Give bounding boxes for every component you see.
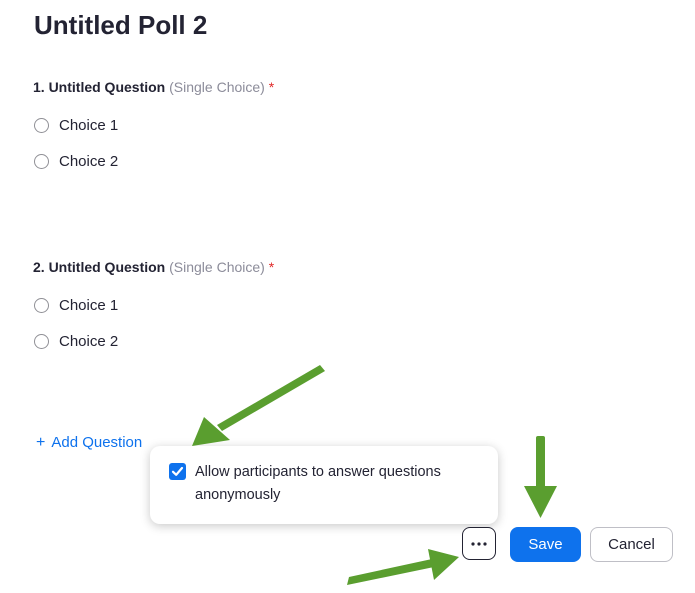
radio-button[interactable] (34, 297, 49, 313)
question-title[interactable]: 1. Untitled Question (33, 79, 165, 95)
add-question-label: Add Question (51, 434, 143, 451)
question-header: 1. Untitled Question (Single Choice) * (33, 78, 274, 96)
choice-label: Choice 1 (59, 296, 119, 314)
add-question-link[interactable]: + Add Question (36, 434, 142, 452)
more-options-button[interactable] (462, 527, 496, 560)
choice-label: Choice 1 (59, 116, 119, 134)
question-type: (Single Choice) (169, 259, 265, 275)
required-mark: * (268, 79, 275, 95)
cancel-button[interactable]: Cancel (590, 527, 673, 562)
question-type: (Single Choice) (169, 79, 265, 95)
radio-button[interactable] (34, 153, 49, 169)
radio-button[interactable] (34, 117, 49, 133)
annotation-arrow-icon (192, 365, 325, 446)
checkmark-icon (171, 466, 184, 476)
ellipsis-icon (471, 541, 487, 546)
poll-editor: Untitled Poll 2 1. Untitled Question (Si… (0, 0, 695, 593)
annotation-arrow-icon (524, 436, 557, 518)
save-button[interactable]: Save (510, 527, 581, 562)
choice-label: Choice 2 (59, 152, 119, 170)
question-title[interactable]: 2. Untitled Question (33, 259, 165, 275)
poll-title: Untitled Poll 2 (34, 10, 208, 40)
question-1: 1. Untitled Question (Single Choice) * C… (33, 78, 274, 179)
annotation-arrow-icon (347, 549, 459, 585)
anonymous-option-label: Allow participants to answer questions a… (195, 464, 441, 503)
required-mark: * (268, 259, 275, 275)
choice-option[interactable]: Choice 1 (33, 107, 274, 143)
options-popup: Allow participants to answer questions a… (150, 446, 498, 524)
choice-label: Choice 2 (59, 332, 119, 350)
choice-option[interactable]: Choice 2 (33, 323, 274, 359)
choice-option[interactable]: Choice 1 (33, 287, 274, 323)
plus-icon: + (36, 434, 46, 451)
choice-option[interactable]: Choice 2 (33, 143, 274, 179)
radio-button[interactable] (34, 333, 49, 349)
question-2: 2. Untitled Question (Single Choice) * C… (33, 258, 274, 359)
anonymous-checkbox[interactable] (169, 463, 186, 480)
question-header: 2. Untitled Question (Single Choice) * (33, 258, 274, 276)
